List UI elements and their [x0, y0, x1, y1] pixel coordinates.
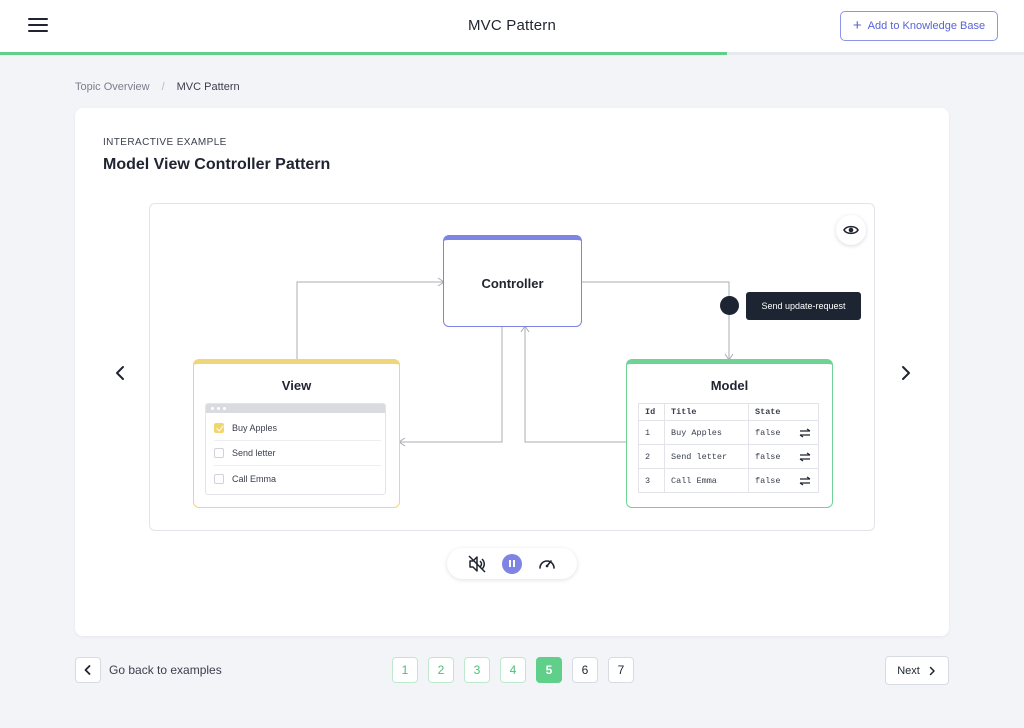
cell-id: 2 — [638, 444, 665, 469]
cell-id: 3 — [638, 468, 665, 493]
checkbox-icon[interactable] — [214, 448, 224, 458]
swap-icon[interactable] — [798, 428, 812, 438]
swap-icon[interactable] — [798, 476, 812, 486]
cell-state: false — [748, 444, 819, 469]
todo-item[interactable]: Call Emma — [214, 466, 381, 491]
breadcrumb-separator: / — [161, 81, 165, 93]
pause-icon — [501, 553, 522, 574]
progress-bar — [0, 52, 1024, 55]
card-title: Model View Controller Pattern — [103, 156, 331, 173]
column-header-title: Title — [664, 403, 749, 421]
controller-to-view-line — [400, 327, 503, 443]
chevron-right-icon — [929, 666, 935, 675]
page-button-2[interactable]: 2 — [428, 657, 454, 683]
checkbox-checked-icon[interactable] — [214, 423, 224, 433]
table-row: 2 Send letter false — [638, 444, 819, 469]
page-button-7[interactable]: 7 — [608, 657, 634, 683]
mute-icon[interactable] — [466, 553, 488, 575]
next-button[interactable]: Next — [885, 656, 949, 685]
checkbox-icon[interactable] — [214, 473, 224, 484]
back-button[interactable] — [75, 657, 101, 683]
window-titlebar — [206, 404, 385, 413]
cell-title: Send letter — [664, 444, 749, 469]
previous-slide-chevron-icon[interactable] — [111, 363, 131, 383]
model-title: Model — [710, 378, 749, 393]
eye-icon[interactable] — [836, 215, 866, 245]
todo-label: Call Emma — [232, 473, 277, 484]
message-tooltip: Send update-request — [746, 292, 861, 320]
cell-state: false — [748, 468, 819, 493]
todo-item[interactable]: Buy Apples — [214, 416, 381, 441]
todo-label: Buy Apples — [232, 423, 278, 433]
page-button-5[interactable]: 5 — [536, 657, 562, 683]
view-title: View — [281, 378, 312, 393]
page-button-3[interactable]: 3 — [464, 657, 490, 683]
view-app-window: Buy Apples Send letter Call Emma — [205, 403, 386, 495]
next-label: Next — [897, 664, 920, 677]
column-header-state: State — [748, 403, 819, 421]
breadcrumb: Topic Overview / MVC Pattern — [75, 81, 240, 93]
cell-id: 1 — [638, 420, 665, 445]
back-to-examples-link[interactable]: Go back to examples — [109, 663, 222, 677]
view-to-controller-line — [296, 281, 443, 359]
todo-item[interactable]: Send letter — [214, 441, 381, 466]
card-eyebrow: INTERACTIVE EXAMPLE — [103, 137, 227, 148]
diagram-stage: Controller View Buy Apples Send letter C… — [149, 203, 875, 531]
swap-icon[interactable] — [798, 452, 812, 462]
table-row: 3 Call Emma false — [638, 468, 819, 493]
view-box: View Buy Apples Send letter Call Emma — [193, 359, 400, 508]
cell-title: Buy Apples — [664, 420, 749, 445]
cell-title: Call Emma — [664, 468, 749, 493]
page-button-6[interactable]: 6 — [572, 657, 598, 683]
next-slide-chevron-icon[interactable] — [895, 363, 915, 383]
controller-to-model-line — [582, 281, 730, 359]
column-header-id: Id — [638, 403, 665, 421]
plus-icon: + — [852, 17, 862, 34]
breadcrumb-current: MVC Pattern — [176, 81, 240, 93]
model-table: Id Title State 1 Buy Apples false 2 Send… — [638, 403, 819, 493]
model-to-controller-line — [524, 327, 626, 443]
breadcrumb-topic-overview[interactable]: Topic Overview — [75, 81, 150, 93]
pause-button[interactable] — [501, 553, 523, 575]
chevron-left-icon — [84, 665, 91, 675]
controller-title: Controller — [481, 275, 544, 291]
cell-state: false — [748, 420, 819, 445]
add-to-knowledge-base-label: Add to Knowledge Base — [867, 20, 986, 32]
page-button-1[interactable]: 1 — [392, 657, 418, 683]
message-dot — [720, 296, 739, 315]
top-bar: MVC Pattern + Add to Knowledge Base — [0, 0, 1024, 52]
playback-controls — [447, 548, 577, 579]
progress-fill — [0, 52, 728, 55]
page-button-4[interactable]: 4 — [500, 657, 526, 683]
add-to-knowledge-base-button[interactable]: + Add to Knowledge Base — [840, 11, 998, 41]
pagination: 1 2 3 4 5 6 7 — [392, 657, 634, 683]
example-card: INTERACTIVE EXAMPLE Model View Controlle… — [75, 108, 949, 636]
speed-icon[interactable] — [536, 553, 558, 575]
model-box: Model Id Title State 1 Buy Apples false … — [626, 359, 833, 508]
table-row: 1 Buy Apples false — [638, 420, 819, 445]
todo-label: Send letter — [232, 448, 276, 458]
controller-box: Controller — [443, 235, 582, 327]
